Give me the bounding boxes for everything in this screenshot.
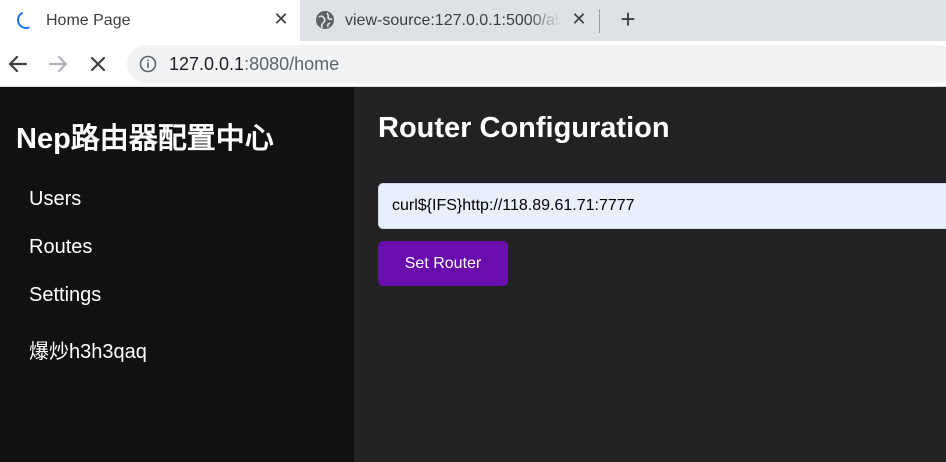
- new-tab-plus-icon[interactable]: +: [616, 6, 640, 34]
- main-panel: Router Configuration Set Router: [354, 87, 946, 462]
- close-tab-icon[interactable]: ✕: [271, 9, 291, 29]
- browser-toolbar: 127.0.0.1:8080/home: [0, 41, 946, 87]
- stop-loading-x-icon[interactable]: [83, 49, 113, 79]
- tab-view-source[interactable]: view-source:127.0.0.1:5000/ab ✕: [300, 0, 600, 41]
- loading-spinner-icon: [14, 8, 38, 32]
- sidebar-item-settings[interactable]: Settings: [29, 284, 101, 307]
- close-tab-icon[interactable]: ✕: [569, 9, 589, 29]
- tab-separator: [599, 9, 600, 33]
- sidebar: Nep路由器配置中心 Users Routes Settings 爆炒h3h3q…: [0, 87, 354, 462]
- sidebar-item-users[interactable]: Users: [29, 188, 81, 211]
- tab-home-page[interactable]: Home Page ✕: [0, 0, 300, 41]
- back-arrow-icon[interactable]: [3, 49, 33, 79]
- url-port-path: :8080/home: [244, 54, 340, 74]
- tab-title: Home Page: [46, 12, 131, 29]
- page-content: Nep路由器配置中心 Users Routes Settings 爆炒h3h3q…: [0, 87, 946, 462]
- sidebar-item-routes[interactable]: Routes: [29, 236, 92, 259]
- sidebar-item-user[interactable]: 爆炒h3h3qaq: [29, 335, 147, 364]
- tab-title: view-source:127.0.0.1:5000/ab: [345, 12, 560, 29]
- site-info-icon[interactable]: [139, 55, 157, 73]
- browser-tabstrip: Home Page ✕ view-source:127.0.0.1:5000/a…: [0, 0, 946, 41]
- set-router-button[interactable]: Set Router: [378, 241, 508, 286]
- url-text[interactable]: 127.0.0.1:8080/home: [169, 54, 339, 75]
- brand-title: Nep路由器配置中心: [16, 123, 274, 155]
- address-bar[interactable]: 127.0.0.1:8080/home: [127, 45, 946, 83]
- forward-arrow-icon[interactable]: [43, 49, 73, 79]
- globe-icon: [316, 11, 334, 29]
- page-title: Router Configuration: [378, 112, 670, 144]
- url-host: 127.0.0.1: [169, 54, 245, 74]
- router-config-input[interactable]: [378, 183, 946, 229]
